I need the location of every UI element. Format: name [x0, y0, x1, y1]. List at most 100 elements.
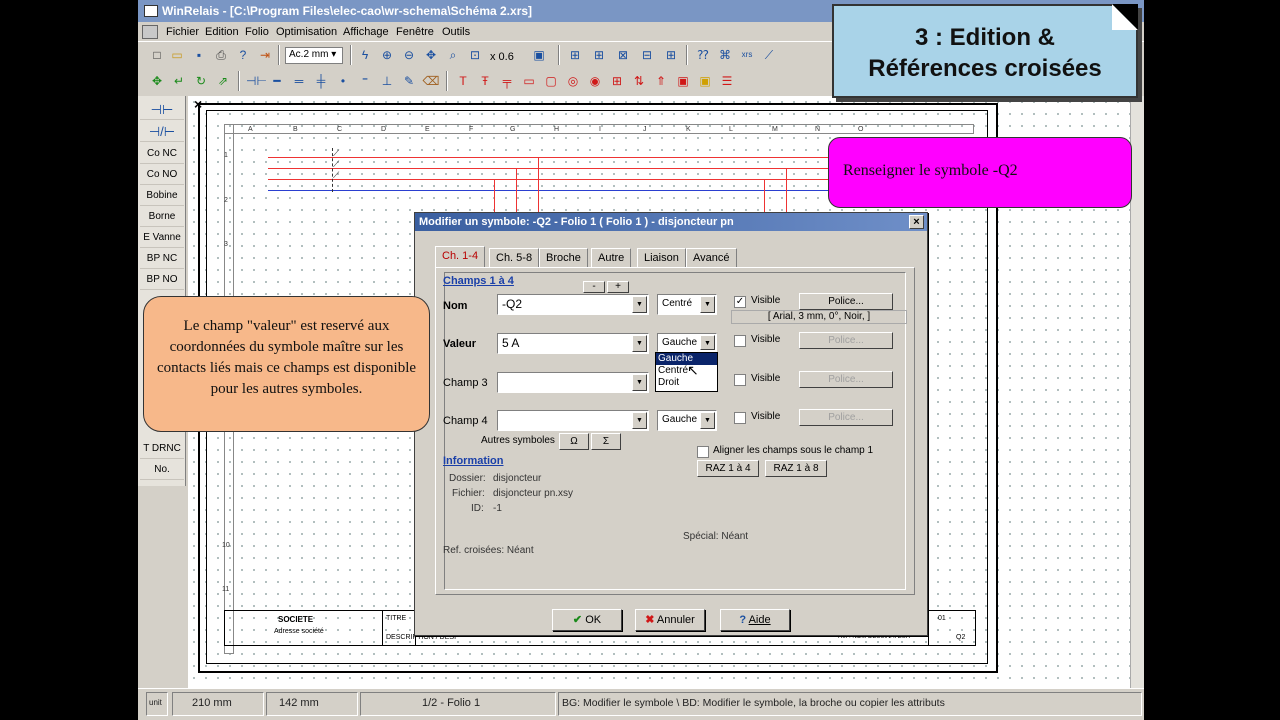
- chevron-down-icon[interactable]: ▼: [632, 335, 647, 352]
- doc-icon[interactable]: [142, 25, 158, 39]
- symbol-yellow-icon[interactable]: ▣: [696, 72, 714, 90]
- open-folder-icon[interactable]: ▭: [168, 46, 186, 64]
- palette-item[interactable]: Bobine: [140, 186, 184, 206]
- omega-button[interactable]: Ω: [559, 433, 589, 450]
- lightning-icon[interactable]: ϟ: [356, 46, 374, 64]
- grid-tool-3-icon[interactable]: ⊠: [614, 46, 632, 64]
- symbol-rect-icon[interactable]: ▭: [520, 72, 538, 90]
- chevron-down-icon[interactable]: ▼: [700, 296, 715, 313]
- champ4-align-select[interactable]: Gauche ▼: [657, 410, 717, 431]
- new-file-icon[interactable]: □: [148, 46, 166, 64]
- sigma-button[interactable]: Σ: [591, 433, 621, 450]
- zoom-out-icon[interactable]: ⊖: [400, 46, 418, 64]
- breaker-q2-symbol[interactable]: ⟋ ⟋ ⟋: [332, 148, 346, 192]
- wire-neutral[interactable]: [268, 190, 898, 191]
- align-fields-checkbox[interactable]: [697, 446, 709, 458]
- valeur-align-select[interactable]: Gauche ▼: [657, 333, 717, 352]
- wire-l1[interactable]: [268, 157, 898, 158]
- vertical-scrollbar[interactable]: [1130, 96, 1144, 688]
- tab-avance[interactable]: Avancé: [686, 248, 737, 267]
- symbol-frame-icon[interactable]: ▣: [674, 72, 692, 90]
- palette-item[interactable]: Borne: [140, 207, 184, 227]
- wire-h-icon[interactable]: ━: [268, 72, 286, 90]
- enter-icon[interactable]: ↵: [170, 72, 188, 90]
- palette-item[interactable]: T DRNC: [140, 439, 184, 459]
- police-button[interactable]: Police...: [799, 371, 893, 388]
- save-icon[interactable]: ▪: [190, 46, 208, 64]
- grid-combo[interactable]: Ac.2 mm ▾: [285, 47, 343, 64]
- grid-tool-1-icon[interactable]: ⊞: [566, 46, 584, 64]
- palette-item[interactable]: E Vanne: [140, 228, 184, 248]
- palette-item[interactable]: BP NO: [140, 270, 184, 290]
- help-icon[interactable]: ?: [234, 46, 252, 64]
- raz-1-4-button[interactable]: RAZ 1 à 4: [697, 460, 759, 477]
- champ3-input[interactable]: ▼: [497, 372, 649, 393]
- exit-icon[interactable]: ⇥: [256, 46, 274, 64]
- contact-icon[interactable]: ⊣⊢: [246, 72, 267, 90]
- chevron-down-icon[interactable]: ▼: [632, 374, 647, 391]
- dot-icon[interactable]: •: [334, 72, 352, 90]
- wire-double-icon[interactable]: ═: [290, 72, 308, 90]
- menu-fenetre[interactable]: Fenêtre: [396, 26, 434, 38]
- wire-cross-icon[interactable]: ╪: [312, 72, 330, 90]
- symbol-box-icon[interactable]: ▢: [542, 72, 560, 90]
- pen-icon[interactable]: ✎: [400, 72, 418, 90]
- plus-button[interactable]: +: [607, 281, 629, 293]
- chevron-down-icon[interactable]: ▼: [632, 296, 647, 313]
- nom-align-select[interactable]: Centré ▼: [657, 294, 717, 315]
- rotate-icon[interactable]: ↻: [192, 72, 210, 90]
- print-icon[interactable]: ⎙: [212, 46, 230, 64]
- symbol-arrow-icon[interactable]: ⇅: [630, 72, 648, 90]
- nom-visible-checkbox[interactable]: ✓: [734, 296, 746, 308]
- tab-broche[interactable]: Broche: [539, 248, 588, 267]
- raz-1-8-button[interactable]: RAZ 1 à 8: [765, 460, 827, 477]
- palette-contact-no-icon[interactable]: ⊣⊢: [140, 100, 184, 120]
- champ3-visible-checkbox[interactable]: [734, 374, 746, 386]
- terminal-icon[interactable]: ⊥: [378, 72, 396, 90]
- champ4-input[interactable]: ▼: [497, 410, 649, 431]
- menu-edition[interactable]: Edition: [205, 26, 239, 38]
- close-icon[interactable]: ×: [909, 215, 924, 229]
- zoom-in-icon[interactable]: ⊕: [378, 46, 396, 64]
- police-button[interactable]: Police...: [799, 293, 893, 310]
- erase-icon[interactable]: ⌫: [422, 72, 440, 90]
- symbol-double-icon[interactable]: ╤: [498, 72, 516, 90]
- export-icon[interactable]: ⇗: [214, 72, 232, 90]
- palette-item[interactable]: Co NO: [140, 165, 184, 185]
- palette-contact-nc-icon[interactable]: ⊣/⊢: [140, 122, 184, 142]
- symbol-ring-icon[interactable]: ◉: [586, 72, 604, 90]
- valeur-input[interactable]: 5 A ▼: [497, 333, 649, 354]
- layers-icon[interactable]: ▣: [530, 46, 548, 64]
- zoom-window-icon[interactable]: ⌕: [444, 46, 462, 64]
- menu-outils[interactable]: Outils: [442, 26, 470, 38]
- tab-ch-5-8[interactable]: Ch. 5-8: [489, 248, 540, 267]
- symbol-t-icon[interactable]: T: [454, 72, 472, 90]
- menu-folio[interactable]: Folio: [245, 26, 269, 38]
- minus-button[interactable]: -: [583, 281, 605, 293]
- query-icon[interactable]: ⁇: [694, 46, 712, 64]
- symbol-tt-icon[interactable]: Ŧ: [476, 72, 494, 90]
- police-button[interactable]: Police...: [799, 409, 893, 426]
- symbol-list-icon[interactable]: ☰: [718, 72, 736, 90]
- pan-icon[interactable]: ✥: [422, 46, 440, 64]
- binoculars-icon[interactable]: ⌘: [716, 46, 734, 64]
- chevron-down-icon[interactable]: ▼: [700, 335, 715, 350]
- palette-item[interactable]: BP NC: [140, 249, 184, 269]
- grid-tool-5-icon[interactable]: ⊞: [662, 46, 680, 64]
- grid-tool-2-icon[interactable]: ⊞: [590, 46, 608, 64]
- police-button[interactable]: Police...: [799, 332, 893, 349]
- symbol-up-icon[interactable]: ⇑: [652, 72, 670, 90]
- menu-affichage[interactable]: Affichage: [343, 26, 389, 38]
- champ4-visible-checkbox[interactable]: [734, 412, 746, 424]
- cancel-button[interactable]: ✖ Annuler: [635, 609, 705, 631]
- move-icon[interactable]: ✥: [148, 72, 166, 90]
- symbol-circle-icon[interactable]: ◎: [564, 72, 582, 90]
- nom-input[interactable]: -Q2 ▼: [497, 294, 649, 315]
- chevron-down-icon[interactable]: ▼: [700, 412, 715, 429]
- palette-item[interactable]: Co NC: [140, 144, 184, 164]
- wire-l3[interactable]: [268, 179, 898, 180]
- menu-fichier[interactable]: Fichier: [166, 26, 199, 38]
- help-button[interactable]: ? Aide: [720, 609, 790, 631]
- tab-autre[interactable]: Autre: [591, 248, 632, 267]
- symbol-grid-icon[interactable]: ⊞: [608, 72, 626, 90]
